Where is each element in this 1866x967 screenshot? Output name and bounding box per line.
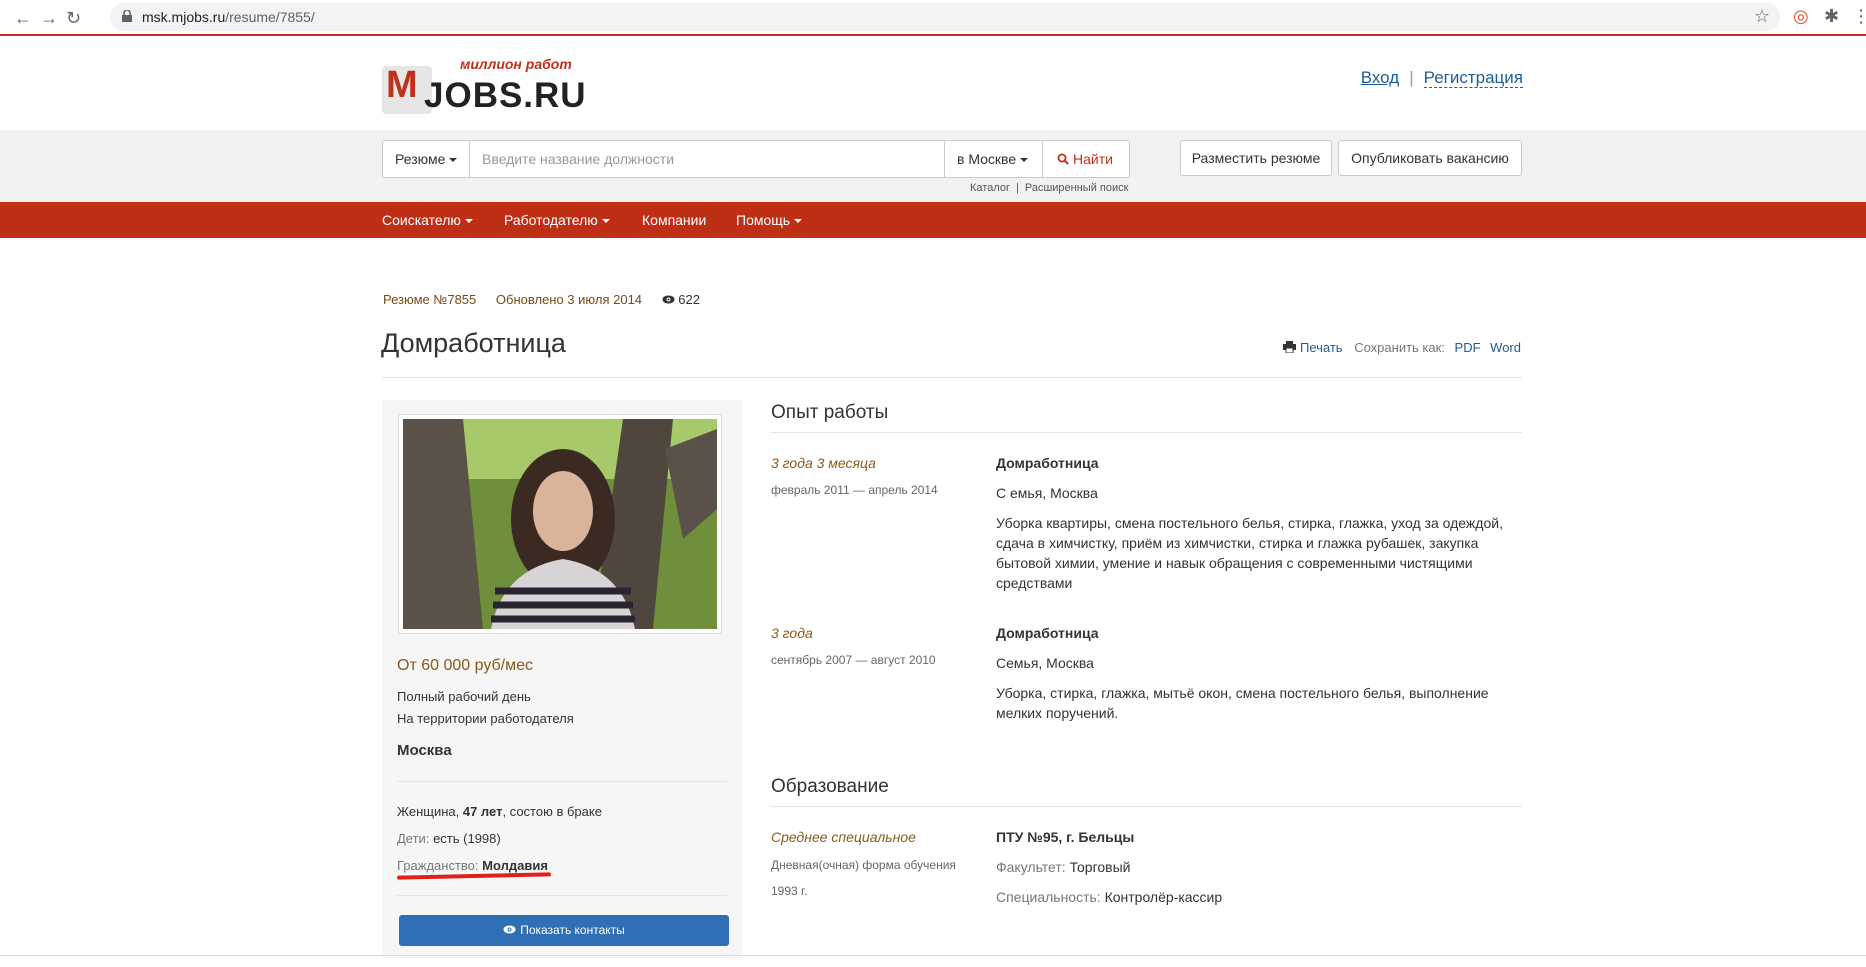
profile-city: Москва [397, 742, 452, 759]
education-faculty: Факультет: Торговый [996, 859, 1131, 875]
resume-meta: Резюме №7855 Обновлено 3 июля 2014 622 [383, 292, 732, 307]
page-title: Домработница [381, 328, 566, 358]
resume-updated: Обновлено 3 июля 2014 [495, 292, 643, 307]
search-group: Резюме Введите название должности в Моск… [382, 140, 1130, 178]
eye-icon [503, 925, 516, 934]
save-pdf-link[interactable]: PDF [1455, 340, 1481, 355]
chevron-down-icon [601, 219, 610, 224]
lock-icon [122, 10, 132, 22]
search-button[interactable]: Найти [1043, 140, 1130, 178]
education-level: Среднее специальное [771, 829, 916, 845]
job-position: Домработница [996, 455, 1099, 471]
resume-number: Резюме №7855 [383, 292, 477, 307]
education-year: 1993 г. [771, 884, 808, 898]
links-separator: | [1016, 182, 1019, 194]
site-header: миллион работ M JOBS.RU Вход | Регистрация [0, 38, 1866, 130]
bookmark-star-icon[interactable]: ☆ [1754, 6, 1770, 27]
job-employer: С емья, Москва [996, 485, 1098, 501]
browser-toolbar: ← → ↻ msk.mjobs.ru/resume/7855/ ☆ ◎ ✱ ⋮ [0, 0, 1866, 36]
salary: От 60 000 руб/мес [397, 657, 534, 674]
experience-divider [771, 432, 1522, 433]
nav-item-companies[interactable]: Компании [642, 212, 706, 228]
citizenship-highlight-underline [396, 872, 552, 880]
city-dropdown[interactable]: в Москве [945, 140, 1043, 178]
logo-tagline: миллион работ [460, 56, 572, 72]
education-heading: Образование [771, 776, 889, 797]
card-divider [397, 781, 727, 782]
extensions-puzzle-icon[interactable]: ✱ [1824, 6, 1839, 27]
register-link[interactable]: Регистрация [1423, 68, 1523, 88]
logo-m: M [386, 64, 418, 106]
search-icon [1057, 153, 1069, 165]
personal-info: Женщина, 47 лет, состою в браке [397, 804, 602, 819]
logo-text: JOBS.RU [424, 76, 587, 115]
url-text: msk.mjobs.ru/resume/7855/ [142, 9, 315, 25]
card-divider [397, 895, 727, 896]
nav-item-seekers[interactable]: Соискателю [382, 212, 473, 228]
resume-views: 622 [662, 292, 716, 307]
main-nav: Соискателю Работодателю Компании Помощь [0, 202, 1866, 238]
login-link[interactable]: Вход [1361, 68, 1399, 87]
search-links: Каталог | Расширенный поиск [970, 182, 1128, 194]
title-divider [382, 377, 1522, 378]
job-duration: 3 года [771, 625, 813, 641]
search-bar: Резюме Введите название должности в Моск… [0, 130, 1866, 202]
nav-item-employers[interactable]: Работодателю [504, 212, 610, 228]
menu-kebab-icon[interactable]: ⋮ [1852, 6, 1866, 27]
education-specialty: Специальность: Контролёр-кассир [996, 889, 1223, 905]
site-logo[interactable]: миллион работ M JOBS.RU [382, 56, 592, 115]
post-vacancy-button[interactable]: Опубликовать вакансию [1338, 140, 1522, 176]
reload-icon[interactable]: ↻ [66, 8, 81, 29]
forward-icon[interactable]: → [40, 8, 58, 29]
experience-heading: Опыт работы [771, 402, 889, 423]
page-bottom-border [0, 955, 1866, 956]
address-bar[interactable]: msk.mjobs.ru/resume/7855/ ☆ [110, 3, 1780, 31]
job-position: Домработница [996, 625, 1099, 641]
job-description: Уборка, стирка, глажка, мытьё окон, смен… [996, 685, 1489, 721]
children-info: Дети: есть (1998) [397, 831, 501, 846]
chevron-down-icon [1020, 158, 1029, 163]
job-dates: февраль 2011 — апрель 2014 [771, 483, 938, 497]
save-word-link[interactable]: Word [1490, 340, 1521, 355]
education-divider [771, 806, 1522, 807]
chevron-down-icon [464, 219, 473, 224]
job-dates: сентябрь 2007 — август 2010 [771, 653, 936, 667]
profile-photo [398, 414, 722, 634]
auth-links: Вход | Регистрация [1361, 68, 1523, 88]
citizenship-info: Гражданство: Молдавия [397, 858, 548, 873]
job-employer: Семья, Москва [996, 655, 1094, 671]
eye-icon [662, 295, 675, 304]
save-as-label: Сохранить как: [1354, 340, 1445, 355]
work-location-type: На территории работодателя [397, 711, 574, 726]
post-resume-button[interactable]: Разместить резюме [1180, 140, 1332, 176]
profile-card: От 60 000 руб/мес Полный рабочий день На… [382, 400, 742, 958]
chevron-down-icon [449, 158, 458, 163]
job-duration: 3 года 3 месяца [771, 455, 876, 471]
advanced-search-link[interactable]: Расширенный поиск [1025, 182, 1129, 194]
search-input[interactable]: Введите название должности [470, 140, 945, 178]
photo-image [403, 419, 717, 629]
show-contacts-button[interactable]: Показать контакты [399, 915, 729, 946]
nav-item-help[interactable]: Помощь [736, 212, 803, 228]
extension-target-icon[interactable]: ◎ [1793, 6, 1809, 27]
education-institution: ПТУ №95, г. Бельцы [996, 829, 1135, 845]
auth-separator: | [1409, 68, 1414, 87]
search-type-dropdown[interactable]: Резюме [382, 140, 470, 178]
schedule: Полный рабочий день [397, 689, 531, 704]
catalog-link[interactable]: Каталог [970, 182, 1010, 194]
chevron-down-icon [794, 219, 803, 224]
back-icon[interactable]: ← [14, 8, 32, 29]
job-description: Уборка квартиры, смена постельного белья… [996, 515, 1503, 591]
print-link[interactable]: Печать [1300, 340, 1343, 355]
resume-tools: Печать Сохранить как: PDF Word [1282, 340, 1521, 355]
education-form: Дневная(очная) форма обучения [771, 858, 956, 872]
printer-icon [1282, 341, 1296, 354]
